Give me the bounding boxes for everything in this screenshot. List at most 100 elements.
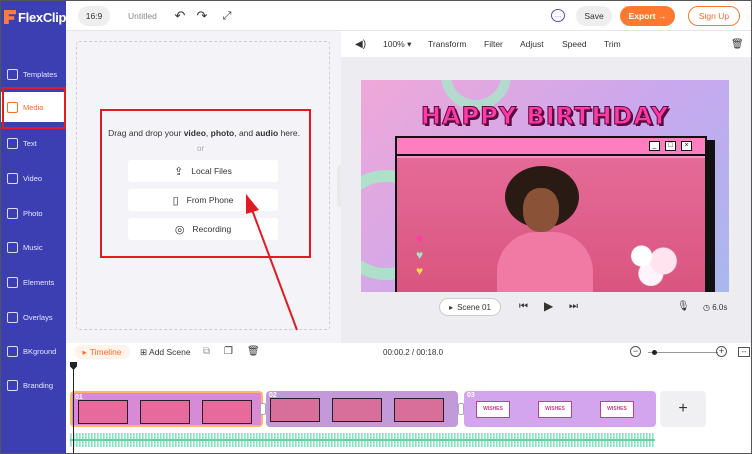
sidebar-item-label: Elements [23,277,55,287]
plus-box-icon: ⊞ [140,347,148,357]
sidebar-item-templates[interactable]: Templates [1,59,66,89]
headline-text[interactable]: HAPPY BIRTHDAY [361,102,729,131]
timeline-icon: ▸ [82,346,87,357]
split-icon[interactable]: ⧉ [203,346,210,357]
fullscreen-icon[interactable]: ⤢ [219,8,235,24]
sidebar-item-label: Photo [23,208,43,218]
edit-toolbar: ◀) 100% ▾ Transform Filter Adjust Speed … [347,33,751,57]
clip-number: 03 [467,392,475,399]
time-display: 00:00.2 / 00:18.0 [383,348,444,357]
timeline-toolbar: ▸ Timeline ⊞ Add Scene ⧉ ❐ 🗑 00:00.2 / 00… [66,343,751,361]
video-canvas[interactable]: _ □ × HAPPY BIRTHDAY ♥ ♥ ♥ [361,80,729,292]
adjust-button[interactable]: Adjust [520,39,544,49]
sidebar-item-video[interactable]: Video [1,163,66,193]
clock-icon: ◷ [703,303,710,312]
sidebar-item-text[interactable]: Text [1,128,66,158]
project-title[interactable]: Untitled [128,11,157,21]
previous-icon[interactable]: ⏮ [519,301,528,312]
scene-selector[interactable]: ▸ Scene 01 [439,298,501,316]
speed-button[interactable]: Speed [562,39,587,49]
clip-thumbnail [270,398,320,422]
sidebar-item-label: Text [23,138,37,148]
highlight-upload-box [100,109,311,258]
zoom-out-icon[interactable]: − [630,346,641,357]
play-small-icon: ▸ [449,302,454,312]
zoom-in-icon[interactable]: + [716,346,727,357]
clip-thumbnail [394,398,444,422]
scene-clip[interactable]: 01 [70,391,263,427]
trim-button[interactable]: Trim [604,39,621,49]
redo-icon[interactable]: ↷ [194,8,210,24]
sidebar-item-label: Music [23,242,43,252]
layers-icon [7,68,18,80]
clip-thumbnail [332,398,382,422]
sidebar-item-overlays[interactable]: Overlays [1,302,66,332]
duplicate-icon[interactable]: ❐ [224,346,233,357]
next-icon[interactable]: ⏭ [569,301,578,312]
sidebar-item-photo[interactable]: Photo [1,198,66,228]
clip-thumbnail: WISHES [476,401,510,418]
music-icon [7,241,18,253]
duration-display: ◷ 6.0s [703,303,727,312]
sidebar-item-label: Branding [23,380,54,390]
export-button[interactable]: Export → [620,6,675,26]
aspect-ratio-button[interactable]: 16:9 [78,6,110,26]
sidebar-item-elements[interactable]: Elements [1,267,66,297]
top-bar: 16:9 Untitled ↶ ↷ ⤢ … Save Export → Sign… [66,1,751,31]
add-scene-button[interactable]: ⊞ Add Scene [140,347,191,358]
sidebar-item-bkground[interactable]: BKground [1,336,66,366]
add-scene-label: Add Scene [149,347,191,357]
volume-icon[interactable]: ◀) [355,39,366,50]
image-icon [7,207,18,219]
logo-mark-icon [4,10,16,24]
trash-icon[interactable]: 🗑 [731,39,744,50]
timeline-tab-label: Timeline [89,347,122,357]
highlight-media-box [2,87,66,129]
scene-clip[interactable]: 02 [266,391,458,427]
filter-button[interactable]: Filter [484,39,503,49]
clip-thumbnail [140,400,190,424]
zoom-slider-track[interactable] [648,352,718,353]
sidebar-item-label: BKground [23,346,57,356]
zoom-slider-handle[interactable] [652,350,657,355]
close-icon: × [681,141,692,151]
heart-icon: ♥ [416,248,424,262]
sidebar-item-label: Templates [23,69,58,79]
duration-value: 6.0s [712,303,728,312]
branding-icon [7,379,18,391]
video-icon [7,172,18,184]
scene-label: Scene 01 [457,302,491,312]
plus-icon: + [678,400,688,417]
heart-icon: ♥ [416,264,424,278]
maximize-icon: □ [665,141,676,151]
play-icon[interactable]: ▶ [544,299,553,313]
birthday-photo [397,158,705,292]
microphone-icon[interactable]: 🎙 [677,301,690,312]
transform-button[interactable]: Transform [428,39,466,49]
overlays-icon [7,311,18,323]
shapes-icon [7,276,18,288]
sidebar-item-music[interactable]: Music [1,232,66,262]
clip-thumbnail [202,400,252,424]
logo-text: FlexClip [18,9,67,25]
undo-icon[interactable]: ↶ [172,8,188,24]
zoom-select[interactable]: 100% ▾ [383,39,411,50]
add-clip-button[interactable]: + [660,391,706,427]
retro-window-titlebar: _ □ × [397,138,705,156]
signup-button[interactable]: Sign Up [688,6,740,26]
sidebar-item-branding[interactable]: Branding [1,370,66,400]
timeline-tab[interactable]: ▸ Timeline [74,345,130,359]
sidebar-item-label: Video [23,173,43,183]
minimize-icon: _ [649,141,660,151]
flexclip-logo[interactable]: FlexClip [4,7,66,27]
sidebar-item-label: Overlays [23,312,53,322]
background-icon [7,345,18,357]
scene-clip[interactable]: 03 WISHES WISHES WISHES [464,391,656,427]
heart-icon: ♥ [416,232,424,246]
clip-thumbnail [78,400,128,424]
fit-timeline-icon[interactable]: ↔ [738,347,750,357]
audio-waveform-line [70,439,655,441]
chat-icon[interactable]: … [551,9,565,22]
delete-icon[interactable]: 🗑 [247,346,260,357]
save-button[interactable]: Save [576,6,612,26]
